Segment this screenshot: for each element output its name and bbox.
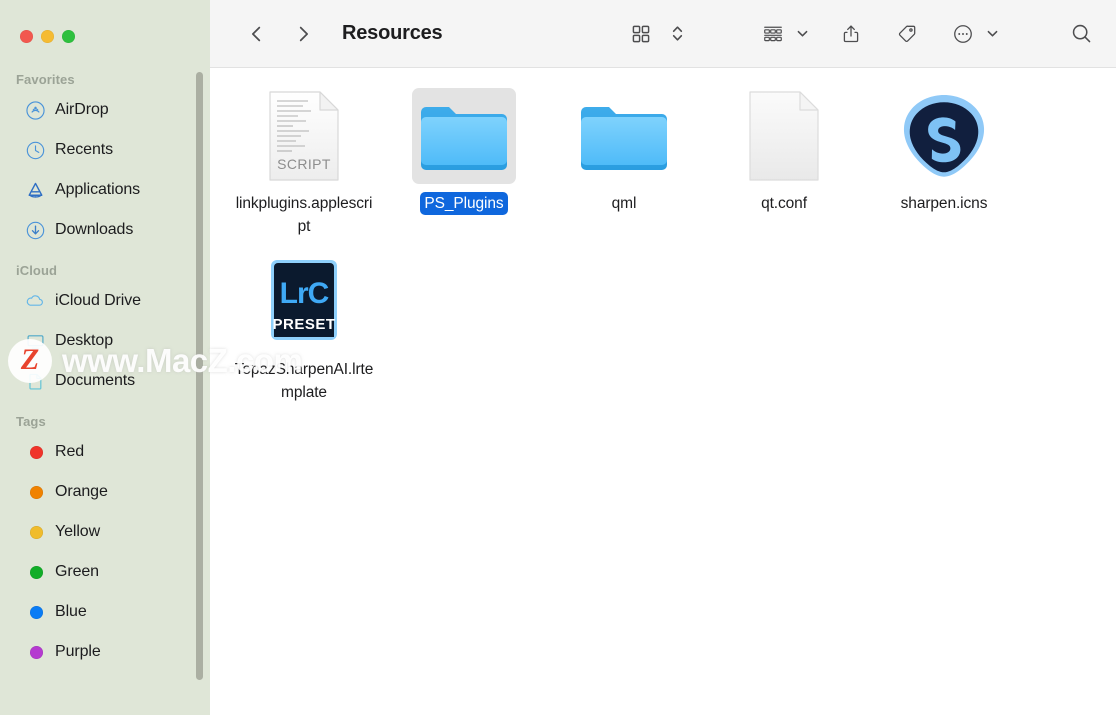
file-grid-area[interactable]: SCRIPT linkplugins.applescript bbox=[210, 68, 1116, 715]
file-item-lrtemplate[interactable]: LrC PRESET TopazSharpenAI.lrtemplate bbox=[224, 248, 384, 414]
file-name-label: linkplugins.applescript bbox=[228, 192, 380, 238]
sidebar-item-downloads[interactable]: Downloads bbox=[8, 213, 202, 247]
document-icon bbox=[25, 371, 45, 391]
sidebar-item-label: Orange bbox=[55, 483, 108, 501]
icon-container bbox=[412, 88, 516, 184]
file-item-qml[interactable]: qml bbox=[544, 82, 704, 248]
sidebar-item-label: Recents bbox=[55, 141, 113, 159]
clock-icon bbox=[25, 140, 45, 160]
sidebar-item-label: AirDrop bbox=[55, 101, 109, 119]
folder-icon bbox=[416, 96, 512, 176]
file-grid: SCRIPT linkplugins.applescript bbox=[210, 82, 1116, 414]
sidebar-item-tag-purple[interactable]: Purple bbox=[8, 635, 202, 669]
airdrop-icon bbox=[25, 100, 45, 120]
minimize-button[interactable] bbox=[41, 30, 54, 43]
sidebar-item-label: Downloads bbox=[55, 221, 133, 239]
main-panel: Resources bbox=[210, 0, 1116, 715]
traffic-lights bbox=[0, 0, 210, 52]
file-name-label: TopazSharpenAI.lrtemplate bbox=[228, 358, 380, 404]
close-button[interactable] bbox=[20, 30, 33, 43]
file-name-label: qt.conf bbox=[757, 192, 811, 215]
file-item-qt-conf[interactable]: qt.conf bbox=[704, 82, 864, 248]
grid-view-icon[interactable] bbox=[624, 17, 658, 51]
sidebar-item-applications[interactable]: Applications bbox=[8, 173, 202, 207]
sidebar-item-tag-blue[interactable]: Blue bbox=[8, 595, 202, 629]
file-item-applescript[interactable]: SCRIPT linkplugins.applescript bbox=[224, 82, 384, 248]
sidebar-item-label: Red bbox=[55, 443, 84, 461]
sidebar-item-tag-green[interactable]: Green bbox=[8, 555, 202, 589]
sidebar-item-label: Documents bbox=[55, 372, 135, 390]
sidebar-item-airdrop[interactable]: AirDrop bbox=[8, 93, 202, 127]
script-document-icon: SCRIPT bbox=[268, 90, 340, 182]
tag-dot-green-icon bbox=[25, 562, 45, 582]
more-actions-chevron-down-icon[interactable] bbox=[982, 17, 1002, 51]
icon-container bbox=[572, 88, 676, 184]
sidebar-item-label: Blue bbox=[55, 603, 87, 621]
sidebar-item-tag-yellow[interactable]: Yellow bbox=[8, 515, 202, 549]
group-by-group[interactable] bbox=[756, 17, 812, 51]
sidebar-scrollbar[interactable] bbox=[196, 72, 203, 680]
downloads-icon bbox=[25, 220, 45, 240]
forward-button[interactable] bbox=[286, 17, 320, 51]
svg-text:SCRIPT: SCRIPT bbox=[277, 156, 331, 172]
sidebar-item-label: iCloud Drive bbox=[55, 292, 141, 310]
chevron-up-down-icon[interactable] bbox=[660, 17, 694, 51]
file-name-label: qml bbox=[608, 192, 641, 215]
icon-container: SCRIPT bbox=[252, 88, 356, 184]
sidebar-section-tags-title: Tags bbox=[0, 404, 210, 435]
sidebar-item-label: Desktop bbox=[55, 332, 113, 350]
sidebar-section-icloud-title: iCloud bbox=[0, 253, 210, 284]
sidebar-item-recents[interactable]: Recents bbox=[8, 133, 202, 167]
sidebar-section-favorites-title: Favorites bbox=[0, 62, 210, 93]
blank-document-icon bbox=[748, 90, 820, 182]
svg-text:LrC: LrC bbox=[280, 277, 329, 310]
tag-dot-purple-icon bbox=[25, 642, 45, 662]
ellipsis-circle-icon[interactable] bbox=[946, 17, 980, 51]
icon-container bbox=[892, 88, 996, 184]
file-item-ps-plugins[interactable]: PS_Plugins bbox=[384, 82, 544, 248]
sidebar-item-label: Purple bbox=[55, 643, 101, 661]
sidebar-item-tag-orange[interactable]: Orange bbox=[8, 475, 202, 509]
sidebar-item-label: Yellow bbox=[55, 523, 100, 541]
back-button[interactable] bbox=[240, 17, 274, 51]
sidebar: Favorites AirDrop Recents Applications bbox=[0, 0, 210, 715]
desktop-icon bbox=[25, 331, 45, 351]
folder-icon bbox=[576, 96, 672, 176]
search-icon[interactable] bbox=[1064, 17, 1098, 51]
group-by-icon[interactable] bbox=[756, 17, 790, 51]
sidebar-item-documents[interactable]: Documents bbox=[8, 364, 202, 398]
group-by-chevron-down-icon[interactable] bbox=[792, 17, 812, 51]
sidebar-item-icloud-drive[interactable]: iCloud Drive bbox=[8, 284, 202, 318]
sidebar-item-tag-red[interactable]: Red bbox=[8, 435, 202, 469]
topaz-sharpen-icon bbox=[896, 88, 992, 184]
tag-dot-red-icon bbox=[25, 442, 45, 462]
toolbar: Resources bbox=[210, 0, 1116, 68]
share-icon[interactable] bbox=[834, 17, 868, 51]
icon-container: LrC PRESET bbox=[252, 254, 356, 350]
tag-dot-orange-icon bbox=[25, 482, 45, 502]
tag-dot-yellow-icon bbox=[25, 522, 45, 542]
finder-window: Favorites AirDrop Recents Applications bbox=[0, 0, 1116, 715]
more-actions-group[interactable] bbox=[946, 17, 1002, 51]
tag-icon[interactable] bbox=[890, 17, 924, 51]
cloud-icon bbox=[25, 291, 45, 311]
file-name-label: sharpen.icns bbox=[897, 192, 992, 215]
page-title: Resources bbox=[342, 22, 442, 45]
sidebar-scroll-area[interactable]: Favorites AirDrop Recents Applications bbox=[0, 52, 210, 669]
maximize-button[interactable] bbox=[62, 30, 75, 43]
file-name-label: PS_Plugins bbox=[420, 192, 507, 215]
sidebar-item-desktop[interactable]: Desktop bbox=[8, 324, 202, 358]
svg-text:PRESET: PRESET bbox=[272, 316, 335, 333]
file-item-sharpen-icns[interactable]: sharpen.icns bbox=[864, 82, 1024, 248]
sidebar-item-label: Green bbox=[55, 563, 99, 581]
icon-container bbox=[732, 88, 836, 184]
lrc-preset-icon: LrC PRESET bbox=[265, 256, 343, 348]
sidebar-item-label: Applications bbox=[55, 181, 140, 199]
view-mode-group[interactable] bbox=[624, 17, 694, 51]
tag-dot-blue-icon bbox=[25, 602, 45, 622]
applications-icon bbox=[25, 180, 45, 200]
